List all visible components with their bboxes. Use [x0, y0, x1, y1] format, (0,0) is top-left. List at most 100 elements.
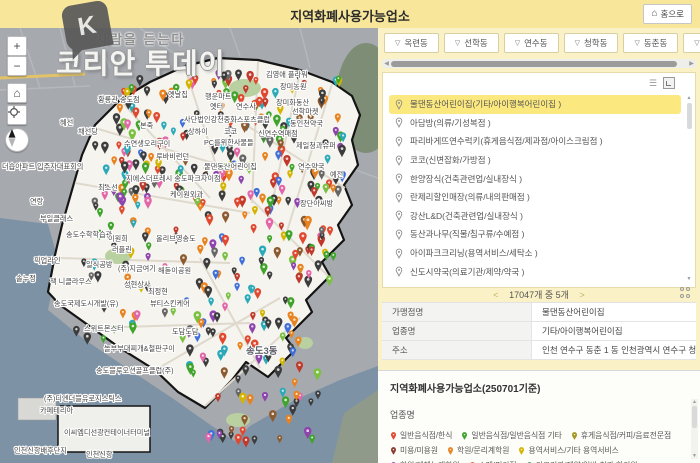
- pin-icon: [395, 192, 403, 203]
- grid-view-icon[interactable]: [680, 287, 691, 298]
- locate-button[interactable]: [7, 105, 27, 125]
- scrollbar-thumb[interactable]: [692, 406, 697, 428]
- category-pin-icon: [461, 431, 468, 441]
- map-place-label: 최정현: [148, 287, 168, 296]
- list-vertical-scrollbar[interactable]: ▲ ▼: [685, 95, 693, 282]
- map-place-label: 본죽: [140, 121, 154, 130]
- scroll-up-icon[interactable]: ▲: [685, 95, 693, 101]
- list-item-label: 한양장식(건축관련업/실내장식 ): [410, 173, 522, 185]
- pin-icon: [395, 248, 403, 259]
- map-home-button[interactable]: ⌂: [7, 83, 27, 103]
- map-place-label: 옛터: [210, 102, 223, 111]
- compass[interactable]: [5, 128, 29, 152]
- scrollbar-thumb[interactable]: [687, 103, 692, 129]
- pin-icon: [395, 136, 403, 147]
- scroll-up-icon[interactable]: ▲: [691, 399, 698, 405]
- map-place-label: 인천신항배후단지: [14, 446, 67, 455]
- expand-icon[interactable]: [663, 77, 675, 89]
- list-item[interactable]: 동산과나무(직물/침구류/수예점 ): [389, 225, 681, 244]
- map-place-label: 부일클래스: [40, 214, 73, 223]
- tab-district-4[interactable]: ▽청학동: [564, 33, 619, 53]
- scroll-left-icon[interactable]: ◀: [382, 60, 391, 67]
- list-item[interactable]: 파리바게뜨연수럭키(휴게음식점/제과점/아이스크림점 ): [389, 132, 681, 151]
- filter-icon: ▽: [395, 39, 400, 47]
- legend-vertical-scrollbar[interactable]: ▲ ▼: [691, 399, 698, 459]
- tab-district-1[interactable]: ▽옥련동: [384, 33, 439, 53]
- legend-item-label: 일반음식점/한식: [400, 430, 452, 441]
- legend-item-label: 일반음식점/일반음식점 기타: [471, 430, 561, 441]
- tabs-horizontal-scrollbar[interactable]: ◀ ▶: [382, 59, 696, 68]
- list-item[interactable]: 물댄동산어린이집(기타/아이행복어린이집 ): [389, 95, 681, 114]
- scroll-down-icon[interactable]: ▼: [691, 453, 698, 459]
- list-item[interactable]: 란제리할인매장(의류/내의판매점 ): [389, 188, 681, 207]
- pin-icon: [395, 266, 403, 277]
- prev-page-button[interactable]: <: [493, 290, 498, 300]
- map-place-label: 수연생오리구이: [124, 139, 170, 148]
- map-place-label: 혜선: [60, 118, 73, 127]
- legend-item-label: 용역서비스/기타 용역서비스: [528, 445, 618, 456]
- map-place-label: 송도수학학습관: [66, 230, 113, 239]
- detail-label: 업종명: [382, 322, 532, 340]
- detail-row: 업종명기타/아이행복어린이집: [382, 322, 696, 341]
- category-pin-icon: [390, 446, 397, 456]
- map-place-label: 카페테리아: [40, 406, 73, 415]
- map-place-label: 최소선: [98, 183, 118, 192]
- tab-label: 연수동: [524, 37, 547, 49]
- list-item-label: 물댄동산어린이집(기타/아이행복어린이집 ): [410, 98, 561, 110]
- tab-district-2[interactable]: ▽ 선학동: [444, 33, 499, 53]
- tab-district-6[interactable]: ▽송도동: [683, 33, 700, 53]
- zoom-out-button[interactable]: −: [7, 56, 27, 76]
- map-place-label: 장미화동산: [276, 98, 309, 107]
- map-place-label: 사단법인강천중화스포츠클럽: [184, 115, 270, 124]
- legend-items: 일반음식점/한식일반음식점/일반음식점 기타휴게음식점/커피/음료전문점미용/미…: [390, 430, 678, 463]
- list-item[interactable]: 신도시약국(의료기관/제약/약국 ): [389, 262, 681, 281]
- legend-item: 학원/문리계학원: [447, 445, 509, 456]
- map-place-label: 송도3동: [246, 345, 278, 357]
- map-place-label: 해돋이공원: [158, 266, 191, 275]
- pagination: < 17047개 중 5개 >: [378, 288, 700, 301]
- map-place-label: 올리브영송도: [156, 234, 196, 243]
- legend-subtitle: 업종명: [390, 408, 700, 421]
- pagination-text: 17047개 중 5개: [509, 290, 569, 300]
- map-viewport[interactable]: 황룡관 송도점옛날집행운마트김영애 플라워장미농원장미화동산연수사옛터선학마켓동…: [0, 28, 378, 463]
- list-item[interactable]: 강산L&D(건축관련업/실내장식 ): [389, 207, 681, 226]
- pin-icon: [395, 117, 403, 128]
- detail-value: 인천 연수구 동춘 1 동 인천광역시 연수구 청능대로 38: [532, 344, 696, 356]
- map-place-label: 놀부부대찌개&철판구이: [104, 344, 175, 353]
- tab-district-5[interactable]: ▽동춘동: [623, 33, 678, 53]
- list-item[interactable]: 코코(신변잡화/가방점 ): [389, 151, 681, 170]
- detail-label: 주소: [382, 341, 532, 359]
- scrollbar-thumb[interactable]: [391, 61, 677, 67]
- map-place-label: 이원희: [108, 234, 128, 243]
- map-place-label: (주)디엔더블유로지스틱스: [44, 394, 122, 403]
- zoom-in-button[interactable]: +: [7, 36, 27, 56]
- map-place-label: 뷰티스킨케어: [150, 299, 190, 308]
- compass-needle-icon: [6, 129, 18, 147]
- list-item[interactable]: 한양장식(건축관련업/실내장식 ): [389, 169, 681, 188]
- map-place-label: 선학마켓: [292, 107, 319, 116]
- pin-icon: [395, 229, 403, 240]
- list-item-label: 란제리할인매장(의류/내의판매점 ): [410, 191, 530, 203]
- tab-label: 선학동: [464, 37, 487, 49]
- tab-district-3[interactable]: ▽연수동: [504, 33, 559, 53]
- map-place-label: 일식공방: [86, 260, 113, 269]
- legend-item-label: 학원/문리계학원: [457, 445, 509, 456]
- list-item[interactable]: 아담방(의류/기성복점 ): [389, 114, 681, 133]
- list-item-label: 아담방(의류/기성복점 ): [410, 117, 491, 129]
- list-item[interactable]: 아이파크크리닝(용역서비스/세탁소 ): [389, 244, 681, 263]
- map-place-label: 루바비런던: [156, 152, 189, 161]
- map-place-label: 연수약국: [298, 162, 325, 171]
- filter-icon: ▽: [455, 39, 460, 47]
- scroll-right-icon[interactable]: ▶: [687, 60, 696, 67]
- home-button[interactable]: ⌂ 홈으로: [643, 4, 692, 24]
- home-button-label: 홈으로: [661, 8, 684, 20]
- list-item-label: 코코(신변잡화/가방점 ): [410, 154, 491, 166]
- next-page-button[interactable]: >: [579, 290, 584, 300]
- pin-icon: [395, 210, 403, 221]
- map-place-label: 더숍아파트 입주자대표회의: [2, 162, 83, 171]
- map-canvas[interactable]: 황룡관 송도점옛날집행운마트김영애 플라워장미농원장미화동산연수사옛터선학마켓동…: [0, 28, 378, 463]
- scroll-down-icon[interactable]: ▼: [685, 276, 693, 282]
- checklist-icon[interactable]: ☰: [649, 79, 657, 88]
- filter-icon: ▽: [694, 39, 699, 47]
- map-place-label: 연수사: [236, 102, 256, 111]
